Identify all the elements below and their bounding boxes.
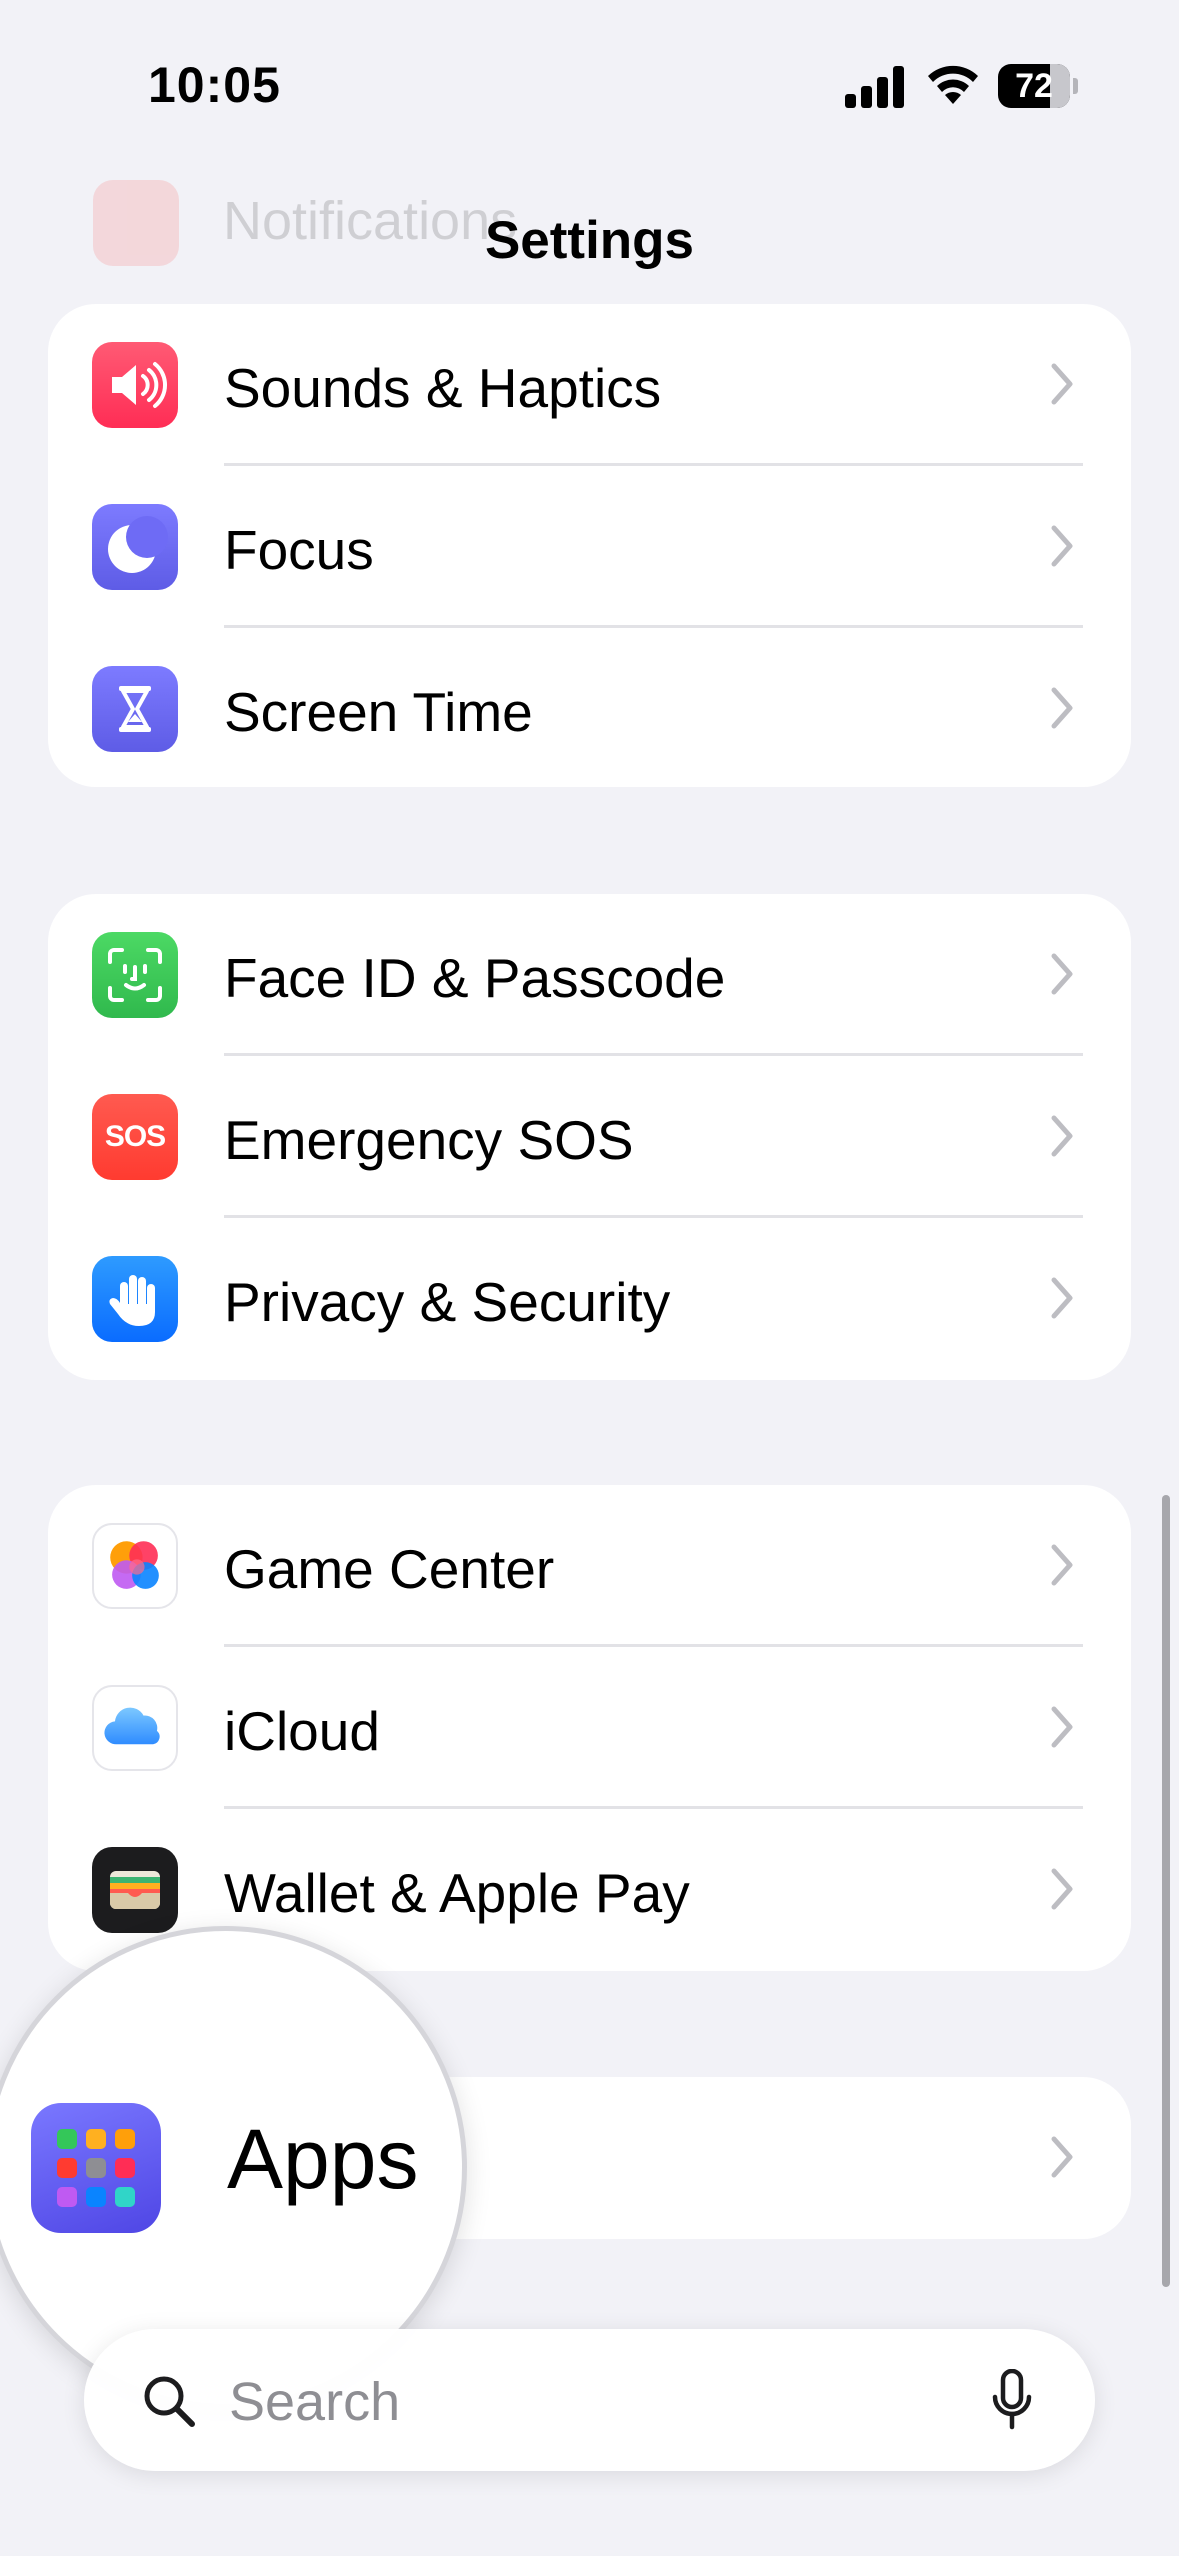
row-label: Privacy & Security (224, 1271, 671, 1333)
chevron-right-icon (1051, 363, 1073, 405)
hand-icon (92, 1256, 178, 1342)
status-bar: 10:05 72 (0, 0, 1179, 160)
moon-icon (92, 504, 178, 590)
row-label: Focus (224, 519, 374, 581)
settings-row-screen-time[interactable]: Screen Time (48, 628, 1131, 787)
search-bar[interactable]: Search (84, 2329, 1095, 2471)
row-label: Screen Time (224, 681, 533, 743)
page-title: Settings (484, 211, 695, 270)
wifi-icon (928, 65, 978, 104)
row-label: Apps (227, 2112, 419, 2206)
wallet-icon (92, 1847, 178, 1933)
settings-row-face-id-passcode[interactable]: Face ID & Passcode (48, 894, 1131, 1056)
chevron-right-icon (1051, 687, 1073, 729)
settings-group-2: Face ID & Passcode SOS Emergency SOS Pri… (48, 894, 1131, 1380)
chevron-right-icon (1051, 1115, 1073, 1157)
face-id-icon (92, 932, 178, 1018)
status-time: 10:05 (148, 57, 281, 113)
settings-row-sounds-haptics[interactable]: Sounds & Haptics (48, 304, 1131, 466)
settings-row-game-center[interactable]: Game Center (48, 1485, 1131, 1647)
search-icon (144, 2376, 195, 2427)
battery-icon: 72 (998, 64, 1078, 108)
settings-row-focus[interactable]: Focus (48, 466, 1131, 628)
sos-icon: SOS (92, 1094, 178, 1180)
apps-icon (31, 2103, 161, 2233)
cellular-signal-icon (845, 66, 904, 108)
chevron-right-icon (1051, 1544, 1073, 1586)
chevron-right-icon (1051, 1868, 1073, 1910)
hourglass-icon (92, 666, 178, 752)
row-label: Game Center (224, 1538, 555, 1600)
battery-level: 72 (1015, 67, 1053, 105)
cloud-icon (92, 1685, 178, 1771)
chevron-right-icon (1051, 1277, 1073, 1319)
microphone-icon[interactable] (989, 2369, 1035, 2431)
settings-row-icloud[interactable]: iCloud (48, 1647, 1131, 1809)
row-label: Emergency SOS (224, 1109, 634, 1171)
settings-group-3: Game Center iCloud Wallet & Apple Pay (48, 1485, 1131, 1971)
chevron-right-icon (1051, 525, 1073, 567)
row-label: iCloud (224, 1700, 380, 1762)
speaker-icon (92, 342, 178, 428)
row-label: Wallet & Apple Pay (224, 1862, 690, 1924)
sos-icon-text: SOS (104, 1120, 166, 1153)
scroll-indicator[interactable] (1162, 1495, 1170, 2287)
search-placeholder[interactable]: Search (229, 2371, 400, 2433)
settings-group-1: Sounds & Haptics Focus Screen Time (48, 304, 1131, 787)
settings-row-emergency-sos[interactable]: SOS Emergency SOS (48, 1056, 1131, 1218)
settings-row-privacy-security[interactable]: Privacy & Security (48, 1218, 1131, 1380)
game-center-icon (92, 1523, 178, 1609)
row-label: Sounds & Haptics (224, 357, 662, 419)
chevron-right-icon (1051, 2136, 1073, 2178)
row-label: Face ID & Passcode (224, 947, 726, 1009)
chevron-right-icon (1051, 953, 1073, 995)
chevron-right-icon (1051, 1706, 1073, 1748)
